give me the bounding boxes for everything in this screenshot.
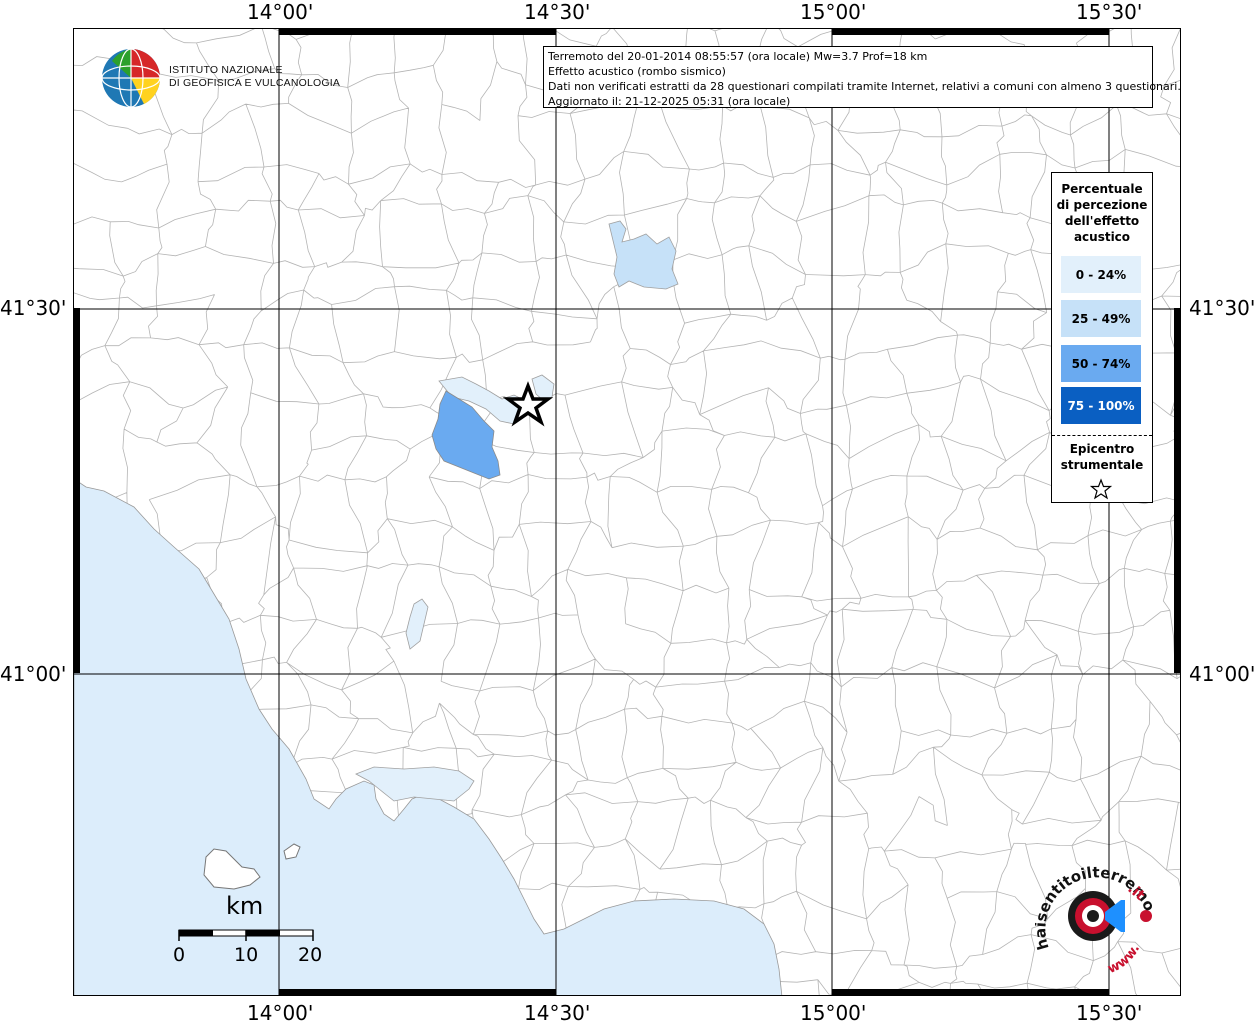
legend-star-icon: [1090, 478, 1112, 500]
legend-title-line: acustico: [1073, 230, 1131, 244]
frame-bar-top: [832, 28, 1109, 35]
lat-label-left: 41°00': [0, 662, 67, 686]
scale-bar: [178, 929, 314, 941]
sea-area: [74, 478, 783, 995]
legend-class-0-24: 0 - 24%: [1061, 256, 1141, 293]
ingv-line2: DI GEOFISICA E VULCANOLOGIA: [169, 77, 341, 89]
haisentito-logo: haisentitoilterremoto www. .it: [1035, 860, 1159, 975]
legend-title-line: dell'effetto: [1064, 214, 1140, 228]
event-info-box: Terremoto del 20-01-2014 08:55:57 (ora l…: [543, 46, 1181, 108]
lat-label-right: 41°00': [1189, 662, 1254, 686]
map-canvas[interactable]: [74, 29, 1181, 996]
frame-bar-left: [73, 308, 80, 673]
lon-label-bottom: 14°00': [247, 1001, 314, 1025]
lon-label-bottom: 15°30': [1076, 1001, 1143, 1025]
event-effect: Effetto acustico (rombo sismico): [548, 65, 726, 78]
legend-epi-line: strumentale: [1060, 458, 1144, 472]
legend: Percentuale di percezione dell'effetto a…: [1051, 172, 1153, 503]
lon-label-bottom: 14°30': [524, 1001, 591, 1025]
legend-title-line: Percentuale: [1061, 182, 1143, 196]
frame-bar-top: [279, 28, 556, 35]
scale-tick-label: 10: [234, 944, 259, 966]
lon-label-bottom: 15°00': [800, 1001, 867, 1025]
legend-title: Percentuale di percezione dell'effetto a…: [1052, 181, 1152, 245]
lon-label-top: 14°00': [247, 0, 314, 24]
legend-epicenter-label: Epicentro strumentale: [1052, 441, 1152, 473]
municipality-25-49-north: [608, 220, 679, 290]
legend-class-75-100: 75 - 100%: [1061, 387, 1141, 424]
frame-bar-bottom: [279, 989, 556, 996]
ingv-logo-text: ISTITUTO NAZIONALE DI GEOFISICA E VULCAN…: [169, 64, 340, 90]
lat-label-left: 41°30': [0, 296, 67, 320]
legend-class-25-49: 25 - 49%: [1061, 300, 1141, 337]
legend-title-line: di percezione: [1056, 198, 1148, 212]
lon-label-top: 15°30': [1076, 0, 1143, 24]
municipality-0-24-east: [531, 374, 555, 402]
event-title: Terremoto del 20-01-2014 08:55:57 (ora l…: [548, 50, 928, 63]
svg-text:www.: www.: [1105, 942, 1143, 975]
event-data-note: Dati non verificati estratti da 28 quest…: [548, 80, 1181, 93]
legend-class-50-74: 50 - 74%: [1061, 345, 1141, 382]
scale-unit: km: [226, 892, 264, 920]
event-updated: Aggiornato il: 21-12-2025 05:31 (ora loc…: [548, 95, 791, 108]
legend-epi-line: Epicentro: [1069, 442, 1135, 456]
lat-label-right: 41°30': [1189, 296, 1254, 320]
frame-bar-bottom: [832, 989, 1109, 996]
legend-separator: [1052, 435, 1152, 436]
lon-label-top: 14°30': [524, 0, 591, 24]
municipality-0-24-south: [405, 598, 429, 650]
frame-bar-right: [1174, 308, 1181, 673]
lon-label-top: 15°00': [800, 0, 867, 24]
map-frame[interactable]: [73, 28, 1181, 996]
brand-www: www.: [1105, 942, 1143, 975]
scale-tick-label: 0: [173, 944, 186, 966]
ingv-globe-icon: [101, 48, 161, 108]
ingv-line1: ISTITUTO NAZIONALE: [169, 64, 283, 76]
scale-tick-label: 20: [298, 944, 323, 966]
